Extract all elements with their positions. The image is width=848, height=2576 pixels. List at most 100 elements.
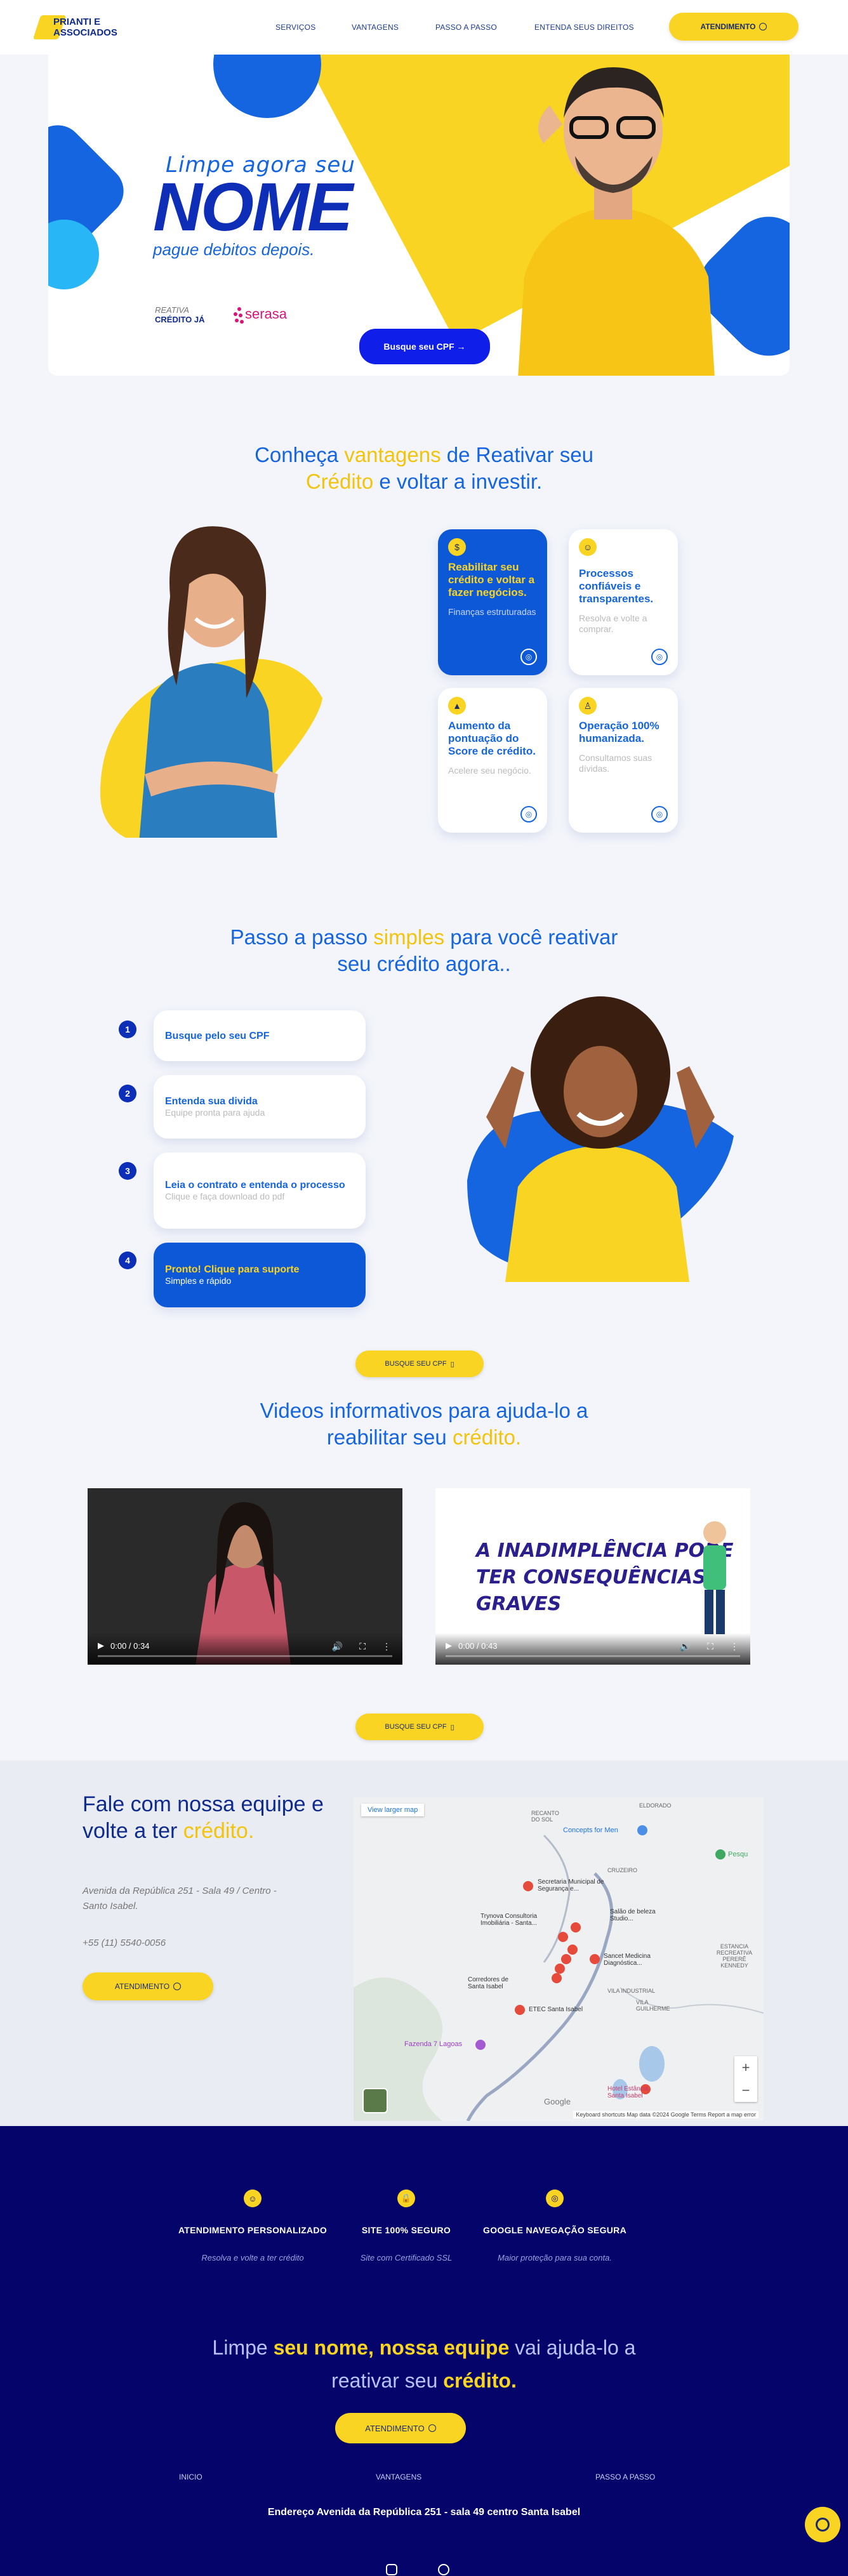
map-satellite-toggle[interactable] xyxy=(362,2088,388,2113)
serasa-logo-text: serasa xyxy=(245,306,288,322)
smile-icon: ☺ xyxy=(244,2190,262,2207)
videos-busque-cpf-button[interactable]: BUSQUE SEU CPF ▯ xyxy=(355,1714,484,1740)
map-label: VILA GUILHERME xyxy=(636,1999,670,2012)
map-label: VILA INDUSTRIAL xyxy=(607,1988,656,1994)
more-options-icon[interactable]: ⋮ xyxy=(382,1641,391,1652)
contact-atendimento-button[interactable]: ATENDIMENTO xyxy=(83,1972,213,2000)
passos-busque-cpf-button[interactable]: BUSQUE SEU CPF ▯ xyxy=(355,1351,484,1377)
target-icon: ◎ xyxy=(651,649,668,665)
map-label: Trynova Consultoria Imobiliária - Santa.… xyxy=(480,1913,538,1927)
lock-icon: 🔒 xyxy=(397,2190,415,2207)
step-number: 2 xyxy=(119,1085,136,1102)
map-canvas xyxy=(354,1797,764,2121)
contact-title: Fale com nossa equipe e volte a ter créd… xyxy=(83,1792,324,1843)
video-progress-bar[interactable] xyxy=(446,1655,740,1657)
contact-phone[interactable]: +55 (11) 5540-0056 xyxy=(83,1936,292,1951)
hero-line2: NOME xyxy=(153,168,353,245)
hero-banner: Limpe agora seu NOME pague debitos depoi… xyxy=(48,55,790,376)
map-label: Concepts for Men xyxy=(563,1826,618,1834)
fullscreen-icon[interactable]: ⛶ xyxy=(359,1641,366,1652)
feature-seguro: 🔒 SITE 100% SEGURO Site com Certificado … xyxy=(324,2190,489,2262)
logo-line1: PRIANTI E xyxy=(53,17,101,27)
map-label: Salão de beleza Studio... xyxy=(610,1908,656,1922)
video-time: 0:00 / 0:43 xyxy=(458,1641,498,1651)
logo-line2: ASSOCIADOS xyxy=(53,27,117,38)
map-footer: Keyboard shortcuts Map data ©2024 Google… xyxy=(573,2111,759,2118)
serasa-logo-icon xyxy=(234,306,244,325)
reativa-credito-label: REATIVA CRÉDITO JÁ xyxy=(155,305,205,324)
step-number: 4 xyxy=(119,1252,136,1269)
step-3[interactable]: Leia o contrato e entenda o processo Cli… xyxy=(154,1153,366,1229)
video-player-1[interactable]: ▶ 0:00 / 0:34 🔊 ⛶ ⋮ xyxy=(88,1488,402,1665)
dollar-icon: $ xyxy=(448,538,466,556)
fullscreen-icon[interactable]: ⛶ xyxy=(707,1641,713,1652)
volume-icon[interactable]: 🔊 xyxy=(332,1641,343,1652)
video-progress-bar[interactable] xyxy=(98,1655,392,1657)
map-label: CRUZEIRO xyxy=(607,1867,637,1873)
video-time: 0:00 / 0:34 xyxy=(110,1641,150,1651)
whatsapp-icon xyxy=(428,2424,436,2432)
advantage-card-1[interactable]: $ Reabilitar seu crédito e voltar a faze… xyxy=(438,529,547,675)
map-view-larger-link[interactable]: View larger map xyxy=(361,1804,425,1816)
instagram-icon[interactable] xyxy=(386,2564,397,2575)
zoom-in-button[interactable]: + xyxy=(742,2059,750,2076)
volume-icon[interactable]: 🔊 xyxy=(680,1641,691,1652)
step-4-suporte[interactable]: Pronto! Clique para suporte Simples e rá… xyxy=(154,1243,366,1307)
videos-title: Videos informativos para ajuda-lo a reab… xyxy=(260,1399,588,1449)
footer-link-passo-a-passo[interactable]: PASSO A PASSO xyxy=(595,2473,655,2481)
document-icon: ▯ xyxy=(450,1360,454,1368)
nav-vantagens[interactable]: VANTAGENS xyxy=(352,23,399,32)
map-label: Hotel Estância Santa Isabel xyxy=(607,2085,649,2099)
step-number: 1 xyxy=(119,1020,136,1038)
step-2[interactable]: Entenda sua divida Equipe pronta para aj… xyxy=(154,1075,366,1139)
site-header: PRIANTI E ASSOCIADOS SERVIÇOS VANTAGENS … xyxy=(0,0,848,55)
advantage-card-3[interactable]: ▲ Aumento da pontuação do Score de crédi… xyxy=(438,688,547,833)
map-label: Secretaria Municipal de Segurança e... xyxy=(538,1879,604,1892)
nav-passo-a-passo[interactable]: PASSO A PASSO xyxy=(435,23,497,32)
target-icon: ◎ xyxy=(520,649,537,665)
hero-man-photo xyxy=(518,67,715,376)
whatsapp-icon xyxy=(816,2518,830,2532)
step-number: 3 xyxy=(119,1162,136,1180)
nav-servicos[interactable]: SERVIÇOS xyxy=(275,23,315,32)
header-atendimento-button[interactable]: ATENDIMENTO xyxy=(669,13,798,41)
play-icon[interactable]: ▶ xyxy=(446,1641,452,1651)
video-player-2[interactable]: A INADIMPLÊNCIA PODE TER CONSEQUÊNCIAS G… xyxy=(435,1488,750,1665)
footer-link-inicio[interactable]: INICIO xyxy=(179,2473,202,2481)
map-label: RECANTO DO SOL xyxy=(531,1810,559,1823)
chart-up-icon: ▲ xyxy=(448,697,466,715)
vantagens-title: Conheça vantagens de Reativar seu Crédit… xyxy=(255,443,593,493)
nav-direitos[interactable]: ENTENDA SEUS DIREITOS xyxy=(534,23,634,32)
more-options-icon[interactable]: ⋮ xyxy=(730,1641,739,1652)
footer-atendimento-button[interactable]: ATENDIMENTO xyxy=(335,2413,466,2443)
vantagens-woman-photo xyxy=(100,526,322,838)
whatsapp-icon xyxy=(759,23,767,30)
target-icon: ◎ xyxy=(520,806,537,822)
map-zoom-controls: + − xyxy=(734,2056,757,2102)
map-label: Fazenda 7 Lagoas xyxy=(404,2040,463,2048)
google-map[interactable]: View larger map Concepts for Men Secreta… xyxy=(354,1797,764,2121)
hero-busque-cpf-button[interactable]: Busque seu CPF → xyxy=(359,329,490,364)
map-label: ESTANCIA RECREATIVA PERERÊ KENNEDY xyxy=(716,1943,753,1969)
play-icon[interactable]: ▶ xyxy=(98,1641,104,1651)
advantage-card-4[interactable]: ♙ Operação 100% humanizada. Consultamos … xyxy=(569,688,678,833)
advantage-card-2[interactable]: ☺ Processos confiáveis e transparentes. … xyxy=(569,529,678,675)
hero-line3: pague debitos depois. xyxy=(153,240,315,259)
contact-address: Avenida da República 251 - Sala 49 / Cen… xyxy=(83,1886,277,1912)
whatsapp-float-button[interactable] xyxy=(805,2507,840,2542)
footer-link-vantagens[interactable]: VANTAGENS xyxy=(376,2473,421,2481)
logo[interactable]: PRIANTI E ASSOCIADOS xyxy=(32,13,138,42)
step-1[interactable]: Busque pelo seu CPF xyxy=(154,1010,366,1061)
passos-title: Passo a passo simples para você reativar… xyxy=(230,925,618,975)
whatsapp-icon xyxy=(173,1983,182,1990)
document-icon: ▯ xyxy=(450,1723,454,1731)
target-icon: ◎ xyxy=(651,806,668,822)
zoom-out-button[interactable]: − xyxy=(742,2082,750,2099)
smile-icon: ☺ xyxy=(579,538,597,556)
map-label: Sancet Medicina Diagnóstica... xyxy=(604,1953,651,1967)
map-label: Pesqu xyxy=(728,1851,748,1858)
feature-google: ◎ GOOGLE NAVEGAÇÃO SEGURA Maior proteção… xyxy=(472,2190,637,2262)
hero-blue-circle xyxy=(213,55,321,118)
map-label: ETEC Santa Isabel xyxy=(529,2006,583,2013)
facebook-icon[interactable] xyxy=(438,2564,449,2575)
